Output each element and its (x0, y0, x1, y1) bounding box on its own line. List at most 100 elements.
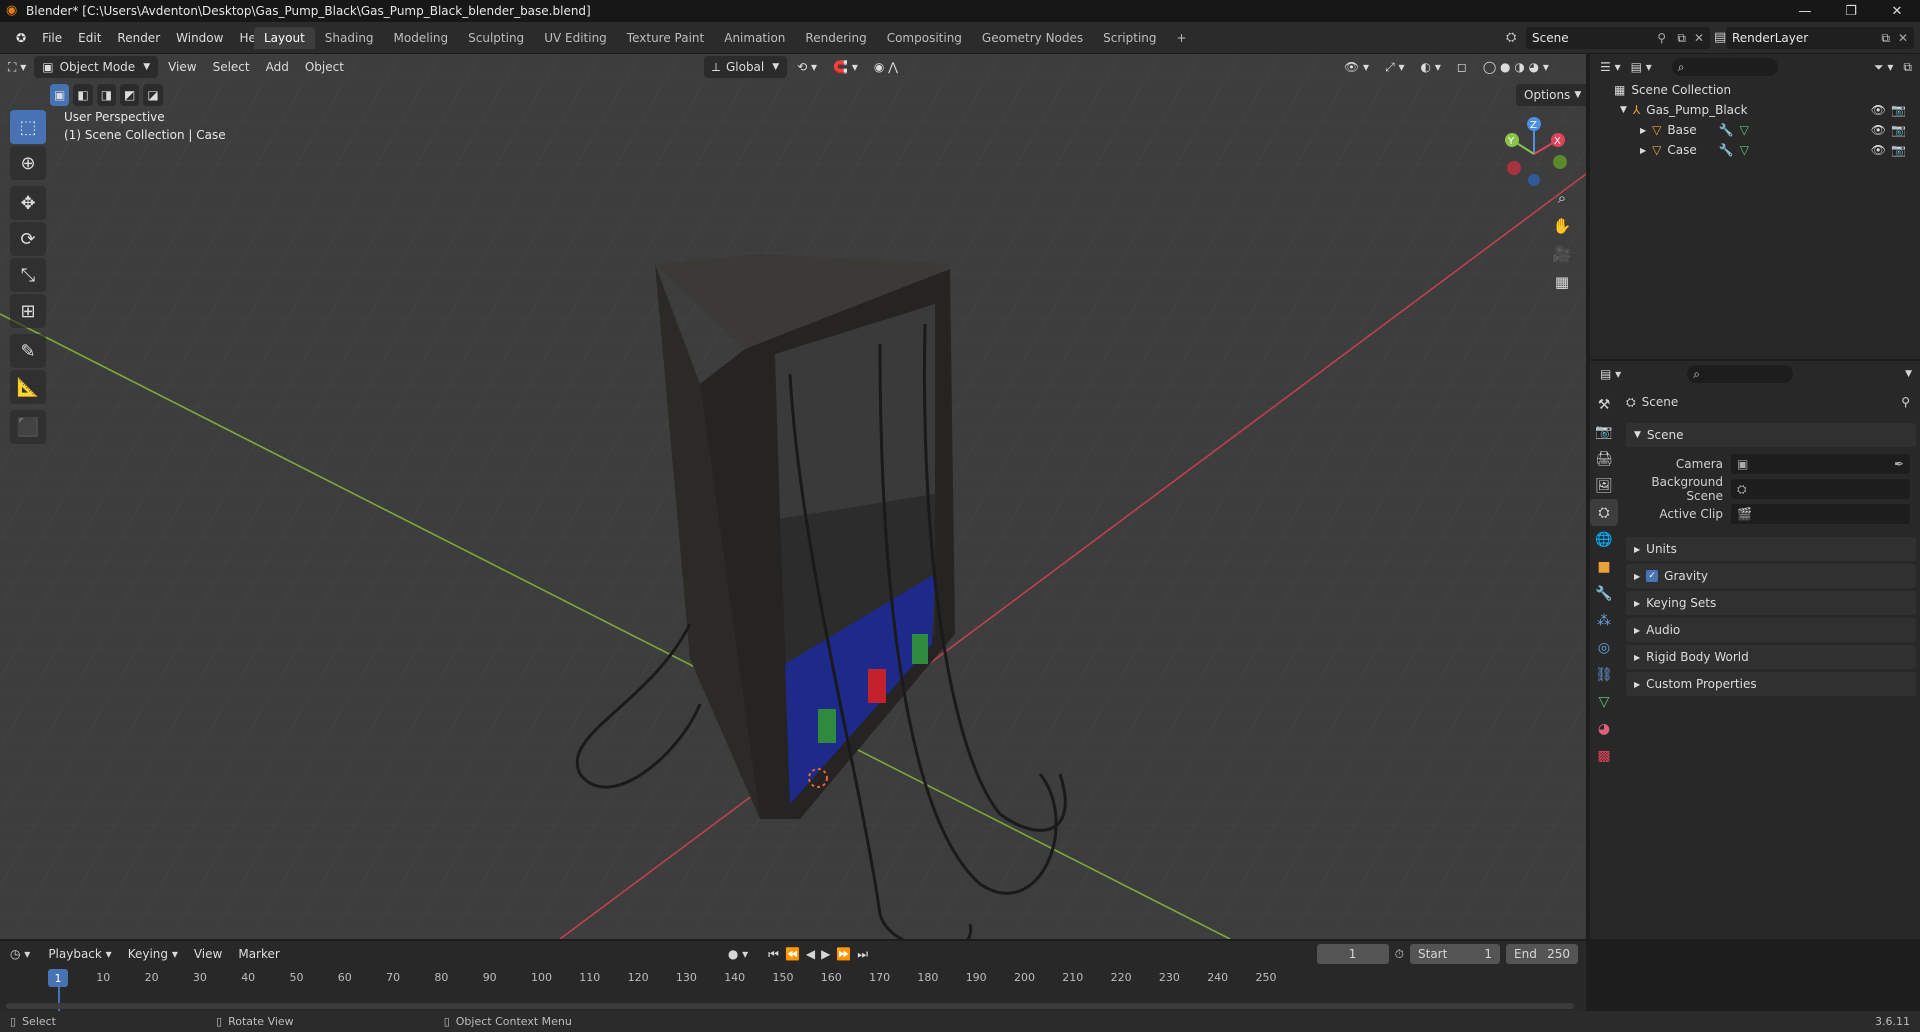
background-scene-field[interactable]: ⛭ (1731, 479, 1910, 499)
menu-object[interactable]: Object (297, 60, 352, 74)
preview-range-icon[interactable]: ⏱ (1395, 947, 1404, 962)
menu-edit[interactable]: Edit (70, 31, 109, 45)
tab-uv-editing[interactable]: UV Editing (534, 27, 617, 49)
annotate-tool-icon[interactable]: ✎ (10, 334, 46, 368)
transform-tool-icon[interactable]: ⊞ (10, 294, 46, 328)
menu-view[interactable]: View (160, 60, 204, 74)
tab-texture-paint[interactable]: Texture Paint (617, 27, 714, 49)
panel-units[interactable]: ▶ Units (1626, 537, 1916, 561)
transform-orientation-selector[interactable]: ⟂ Global ▼ (703, 56, 788, 78)
expand-arrow-icon[interactable]: ▼ (1620, 105, 1627, 115)
active-clip-field[interactable]: 🎬 (1731, 504, 1910, 524)
tab-scripting[interactable]: Scripting (1093, 27, 1166, 49)
options-button[interactable]: Options ▼ (1516, 84, 1586, 106)
tab-shading[interactable]: Shading (315, 27, 384, 49)
properties-search-input[interactable]: ⌕ (1687, 365, 1794, 383)
snap-icon[interactable]: 🧲 ▾ (825, 60, 866, 74)
menu-timeline-view[interactable]: View (186, 947, 230, 961)
panel-keying-sets[interactable]: ▶ Keying Sets (1626, 591, 1916, 615)
restore-button[interactable]: ❐ (1828, 0, 1874, 22)
visibility-eye-icon[interactable]: 👁 (1871, 103, 1886, 117)
minimize-button[interactable]: — (1782, 0, 1828, 22)
menu-marker[interactable]: Marker (230, 947, 287, 961)
scene-tab-icon[interactable]: ⛭ (1590, 499, 1618, 526)
outliner-search-input[interactable]: ⌕ (1671, 58, 1778, 76)
add-cube-tool-icon[interactable]: ⬛ (10, 410, 46, 444)
select-new-icon[interactable]: ▣ (50, 84, 70, 106)
outliner-root[interactable]: ▦ Scene Collection (1590, 80, 1920, 100)
tab-rendering[interactable]: Rendering (795, 27, 876, 49)
editor-type-icon[interactable]: ⛶ ▾ (0, 60, 34, 75)
render-camera-icon[interactable]: 📷 (1891, 123, 1906, 137)
pan-hand-icon[interactable]: ✋ (1548, 212, 1576, 240)
particles-tab-icon[interactable]: ⁂ (1590, 607, 1618, 634)
outliner-item-case[interactable]: ▶ ▽ Case 🔧 ▽ 👁 📷 (1590, 140, 1920, 160)
view-layer-tab-icon[interactable]: 🖼 (1590, 472, 1618, 499)
mesh-data-icon[interactable]: ▽ (1740, 143, 1749, 157)
panel-audio[interactable]: ▶ Audio (1626, 618, 1916, 642)
close-window-button[interactable]: ✕ (1874, 0, 1920, 22)
xray-icon[interactable]: ◻ (1449, 60, 1475, 74)
panel-scene[interactable]: ▼ Scene (1626, 423, 1916, 447)
display-mode-icon[interactable]: ▤ ▾ (1631, 60, 1652, 74)
menu-add[interactable]: Add (258, 60, 297, 74)
chevron-down-icon[interactable]: ▼ (1905, 369, 1912, 379)
texture-tab-icon[interactable]: ▩ (1590, 742, 1618, 769)
current-frame-field[interactable]: 1 (1316, 944, 1389, 964)
proportional-edit-icon[interactable]: ◉ ⋀ (866, 60, 906, 74)
timeline-editor-icon[interactable]: ◷ ▾ (10, 947, 30, 961)
tab-geometry-nodes[interactable]: Geometry Nodes (972, 27, 1093, 49)
menu-keying[interactable]: Keying ▾ (120, 947, 186, 961)
shading-modes-icon[interactable]: ◯ ● ◑ ◕ ▾ (1475, 60, 1557, 74)
select-intersect-icon[interactable]: ◪ (143, 84, 163, 106)
render-tab-icon[interactable]: 📷 (1590, 418, 1618, 445)
tab-modeling[interactable]: Modeling (384, 27, 459, 49)
outliner-item-gas-pump[interactable]: ▼ ⅄ Gas_Pump_Black 👁 📷 (1590, 100, 1920, 120)
camera-view-icon[interactable]: 🎥 (1548, 240, 1576, 268)
visibility-eye-icon[interactable]: 👁 (1871, 143, 1886, 157)
zoom-icon[interactable]: ⌕ (1548, 184, 1576, 212)
object-tab-icon[interactable]: ■ (1590, 553, 1618, 580)
select-invert-icon[interactable]: ◩ (120, 84, 140, 106)
select-subtract-icon[interactable]: ◨ (96, 84, 117, 106)
end-frame-field[interactable]: End 250 (1506, 944, 1578, 964)
playback-controls[interactable]: ⏮⏪◀▶⏩⏭ (768, 947, 874, 962)
physics-tab-icon[interactable]: ◎ (1590, 634, 1618, 661)
scale-tool-icon[interactable]: ⤡ (10, 258, 46, 292)
menu-select[interactable]: Select (205, 60, 258, 74)
pivot-icon[interactable]: ⟲ ▾ (789, 60, 825, 74)
panel-gravity[interactable]: ▶ ✓ Gravity (1626, 564, 1916, 588)
gravity-checkbox[interactable]: ✓ (1646, 570, 1659, 582)
start-frame-field[interactable]: Start 1 (1410, 944, 1500, 964)
menu-window[interactable]: Window (168, 31, 231, 45)
render-camera-icon[interactable]: 📷 (1891, 143, 1906, 157)
constraints-tab-icon[interactable]: ⛓ (1590, 661, 1618, 688)
world-tab-icon[interactable]: 🌐 (1590, 526, 1618, 553)
modifier-tab-icon[interactable]: 🔧 (1590, 580, 1618, 607)
pin-icon[interactable]: ⚲ (1901, 395, 1910, 409)
navigation-gizmo[interactable]: Z X Y (1498, 114, 1570, 186)
expand-arrow-icon[interactable]: ▶ (1640, 126, 1646, 135)
tool-tab-icon[interactable]: ⚒ (1590, 391, 1618, 418)
mesh-data-icon[interactable]: ▽ (1740, 123, 1749, 137)
menu-playback[interactable]: Playback ▾ (40, 947, 119, 961)
render-layer-icon[interactable]: ▤ (1714, 30, 1726, 45)
cursor-tool-icon[interactable]: ⊕ (10, 146, 46, 180)
pin-icon[interactable]: ⚲ (1657, 31, 1666, 45)
new-scene-icon[interactable]: ⧉ (1677, 31, 1686, 46)
add-workspace-icon[interactable]: + (1167, 27, 1197, 49)
expand-arrow-icon[interactable]: ▶ (1640, 146, 1646, 155)
playhead[interactable]: 1 (48, 969, 68, 987)
eyedropper-icon[interactable]: ✒ (1894, 457, 1904, 471)
timeline-scrollbar[interactable] (6, 1003, 1574, 1009)
mode-selector[interactable]: ▣ Object Mode ▼ (34, 56, 159, 78)
tab-animation[interactable]: Animation (714, 27, 795, 49)
select-box-tool-icon[interactable]: ⬚ (10, 110, 46, 144)
overlay-toggle-icon[interactable]: ◐ ▾ (1413, 60, 1449, 74)
filter-icon[interactable]: ⏷ ▾ (1874, 60, 1893, 75)
tab-compositing[interactable]: Compositing (877, 27, 972, 49)
ortho-toggle-icon[interactable]: ▦ (1548, 268, 1576, 296)
new-collection-icon[interactable]: ⧉ (1903, 60, 1912, 75)
menu-render[interactable]: Render (109, 31, 168, 45)
frame-ruler[interactable]: 1 10 20 30 40 50 60 70 80 90 100 110 120 130 140 150 16… (0, 969, 1586, 1011)
